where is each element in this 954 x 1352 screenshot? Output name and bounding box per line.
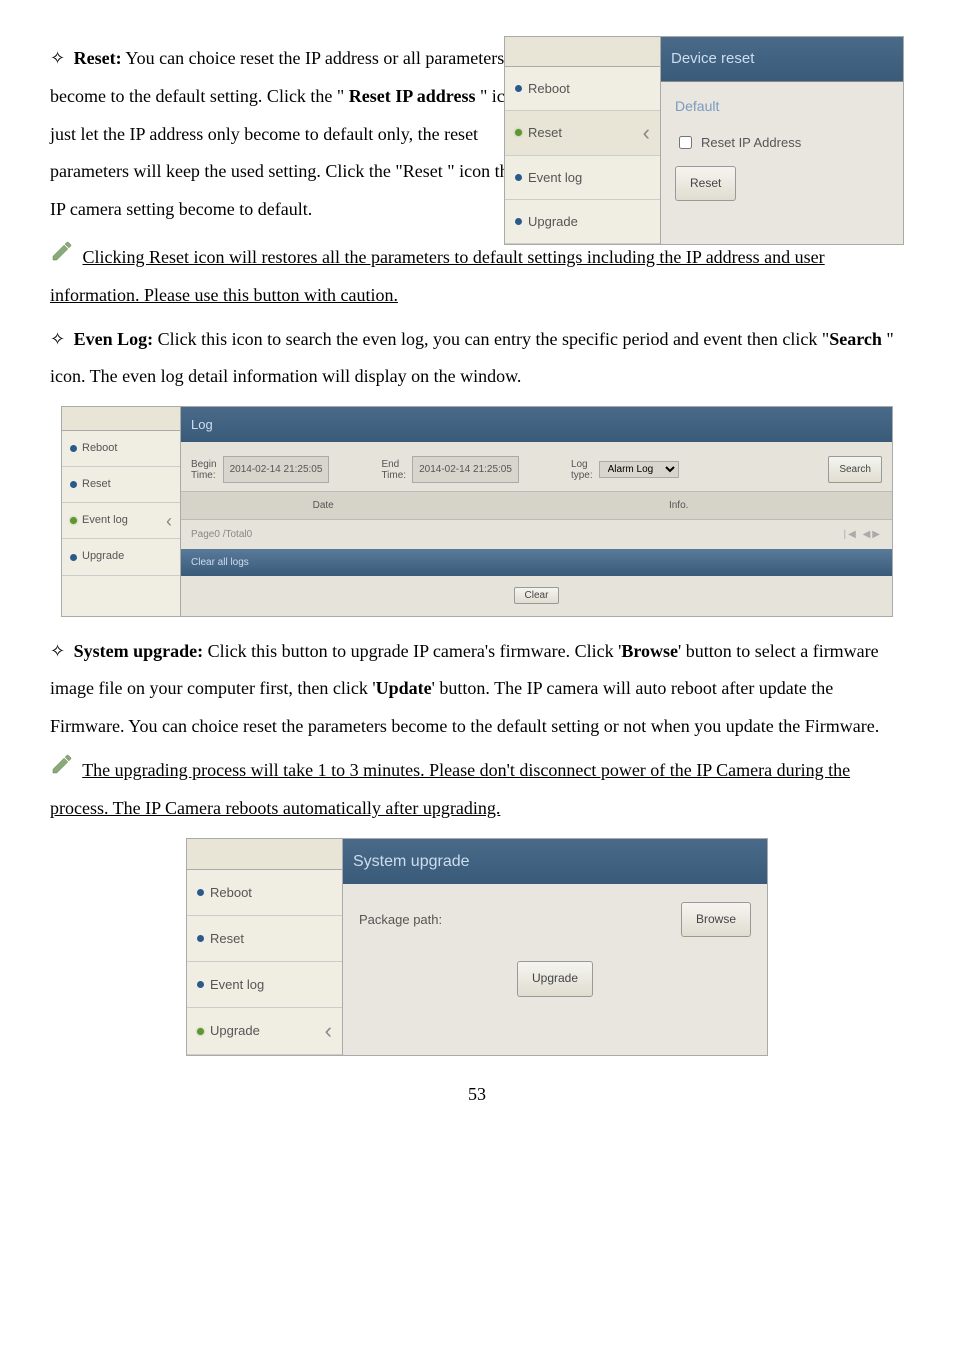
device-reset-content: Device reset Default Reset IP Address Re… bbox=[661, 36, 904, 245]
log-header: Log bbox=[181, 407, 892, 442]
device-reset-panel: Reboot Reset‹ Event log Upgrade Device r… bbox=[504, 36, 904, 245]
package-path-label: Package path: bbox=[359, 906, 442, 933]
col-date: Date bbox=[181, 495, 465, 516]
sidebar-label: Upgrade bbox=[210, 1017, 260, 1044]
clear-all-logs-bar[interactable]: Clear all logs bbox=[181, 549, 892, 576]
sidebar-label: Event log bbox=[82, 509, 128, 532]
reset-ip-checkbox-label: Reset IP Address bbox=[701, 129, 801, 156]
dot-icon bbox=[515, 174, 522, 181]
upgrade-button[interactable]: Upgrade bbox=[517, 961, 593, 996]
dot-icon bbox=[515, 218, 522, 225]
su-text-1: Click this button to upgrade IP camera's… bbox=[203, 641, 621, 661]
upgrade-header: System upgrade bbox=[343, 839, 767, 885]
end-time-input[interactable]: 2014-02-14 21:25:05 bbox=[412, 456, 519, 483]
sidebar-label: Reboot bbox=[82, 437, 117, 460]
dot-icon bbox=[515, 85, 522, 92]
reset-bold-1: Reset IP address bbox=[349, 86, 476, 106]
evenlog-text-1: Click this icon to search the even log, … bbox=[153, 329, 829, 349]
device-reset-header: Device reset bbox=[661, 37, 903, 82]
reset-button[interactable]: Reset bbox=[675, 166, 736, 201]
begin-time-input[interactable]: 2014-02-14 21:25:05 bbox=[223, 456, 330, 483]
sidebar-label: Reboot bbox=[528, 75, 570, 102]
sidebar-item-reboot[interactable]: Reboot bbox=[505, 67, 660, 111]
caution-text: Clicking Reset icon will restores all th… bbox=[50, 247, 825, 305]
su-bold-2: Update bbox=[376, 678, 432, 698]
system-upgrade-label: System upgrade: bbox=[74, 641, 204, 661]
begin-time-label: Begin Time: bbox=[191, 459, 217, 481]
log-type-select[interactable]: Alarm Log bbox=[599, 461, 679, 478]
sidebar-item-upgrade[interactable]: Upgrade‹ bbox=[187, 1008, 342, 1054]
sidebar-label: Upgrade bbox=[82, 545, 124, 568]
search-button[interactable]: Search bbox=[828, 456, 882, 483]
browse-button[interactable]: Browse bbox=[681, 902, 751, 937]
upgrade-content: System upgrade Package path: Browse Upgr… bbox=[343, 839, 767, 1055]
system-upgrade-panel: Reboot Reset Event log Upgrade‹ System u… bbox=[186, 838, 768, 1056]
sidebar-item-reboot[interactable]: Reboot bbox=[187, 870, 342, 916]
reset-ip-checkbox-row: Reset IP Address bbox=[675, 129, 889, 156]
pencil-icon bbox=[50, 752, 74, 776]
evenlog-bold-1: Search bbox=[829, 329, 882, 349]
dot-icon bbox=[515, 129, 522, 136]
sidebar-item-upgrade[interactable]: Upgrade bbox=[505, 200, 660, 244]
pager-nav-icons[interactable]: |◀ ◀▶ bbox=[844, 524, 882, 545]
dot-icon bbox=[70, 445, 77, 452]
log-panel: Reboot Reset Event log‹ Upgrade Log Begi… bbox=[61, 406, 893, 616]
log-content: Log Begin Time: 2014-02-14 21:25:05 End … bbox=[181, 407, 892, 615]
sidebar-item-reset[interactable]: Reset‹ bbox=[505, 111, 660, 155]
dot-icon bbox=[197, 935, 204, 942]
su-bold-1: Browse bbox=[621, 641, 678, 661]
end-time-label: End Time: bbox=[381, 459, 406, 481]
dot-icon bbox=[70, 554, 77, 561]
reset-label: Reset: bbox=[74, 48, 122, 68]
dot-icon bbox=[197, 1028, 204, 1035]
reset-text-block: ✧ Reset: You can choice reset the IP add… bbox=[50, 40, 530, 229]
sidebar-label: Reset bbox=[210, 925, 244, 952]
log-bottom: Clear bbox=[181, 576, 892, 615]
upgrade-sidebar: Reboot Reset Event log Upgrade‹ bbox=[187, 839, 343, 1055]
sidebar-item-reboot[interactable]: Reboot bbox=[62, 431, 180, 467]
sidebar-item-eventlog[interactable]: Event log‹ bbox=[62, 503, 180, 539]
sidebar-label: Event log bbox=[528, 164, 582, 191]
system-upgrade-section: ✧ System upgrade: Click this button to u… bbox=[50, 633, 904, 746]
pager-text: Page0 /Total0 bbox=[191, 524, 252, 545]
sidebar-label: Reset bbox=[82, 473, 111, 496]
page-number: 53 bbox=[50, 1076, 904, 1114]
upgrade-note-text: The upgrading process will take 1 to 3 m… bbox=[50, 760, 850, 818]
col-info: Info. bbox=[465, 495, 892, 516]
clear-button[interactable]: Clear bbox=[514, 587, 560, 604]
sidebar-item-reset[interactable]: Reset bbox=[187, 916, 342, 962]
default-label: Default bbox=[675, 92, 889, 121]
package-path-row: Package path: Browse bbox=[359, 902, 751, 937]
device-reset-sidebar: Reboot Reset‹ Event log Upgrade bbox=[504, 36, 661, 245]
dot-icon bbox=[70, 481, 77, 488]
sidebar-label: Upgrade bbox=[528, 208, 578, 235]
sidebar-item-upgrade[interactable]: Upgrade bbox=[62, 539, 180, 575]
diamond-icon: ✧ bbox=[50, 633, 65, 671]
pencil-icon bbox=[50, 239, 74, 263]
dot-icon bbox=[70, 517, 77, 524]
sidebar-label: Reboot bbox=[210, 879, 252, 906]
log-sidebar: Reboot Reset Event log‹ Upgrade bbox=[62, 407, 181, 615]
reset-ip-checkbox[interactable] bbox=[679, 136, 692, 149]
sidebar-item-eventlog[interactable]: Event log bbox=[505, 156, 660, 200]
evenlog-label: Even Log: bbox=[74, 329, 154, 349]
log-pager: Page0 /Total0 |◀ ◀▶ bbox=[181, 520, 892, 549]
sidebar-item-eventlog[interactable]: Event log bbox=[187, 962, 342, 1008]
reset-section: ✧ Reset: You can choice reset the IP add… bbox=[50, 40, 904, 229]
log-filters: Begin Time: 2014-02-14 21:25:05 End Time… bbox=[181, 442, 892, 491]
evenlog-section: ✧ Even Log: Click this icon to search th… bbox=[50, 321, 904, 397]
upgrade-note: The upgrading process will take 1 to 3 m… bbox=[50, 752, 904, 828]
dot-icon bbox=[197, 981, 204, 988]
log-table-header: Date Info. bbox=[181, 491, 892, 520]
caution-note: Clicking Reset icon will restores all th… bbox=[50, 239, 904, 315]
diamond-icon: ✧ bbox=[50, 321, 65, 359]
sidebar-item-reset[interactable]: Reset bbox=[62, 467, 180, 503]
sidebar-label: Event log bbox=[210, 971, 264, 998]
dot-icon bbox=[197, 889, 204, 896]
log-type-label: Log type: bbox=[571, 459, 593, 481]
diamond-icon: ✧ bbox=[50, 40, 65, 78]
sidebar-label: Reset bbox=[528, 119, 562, 146]
